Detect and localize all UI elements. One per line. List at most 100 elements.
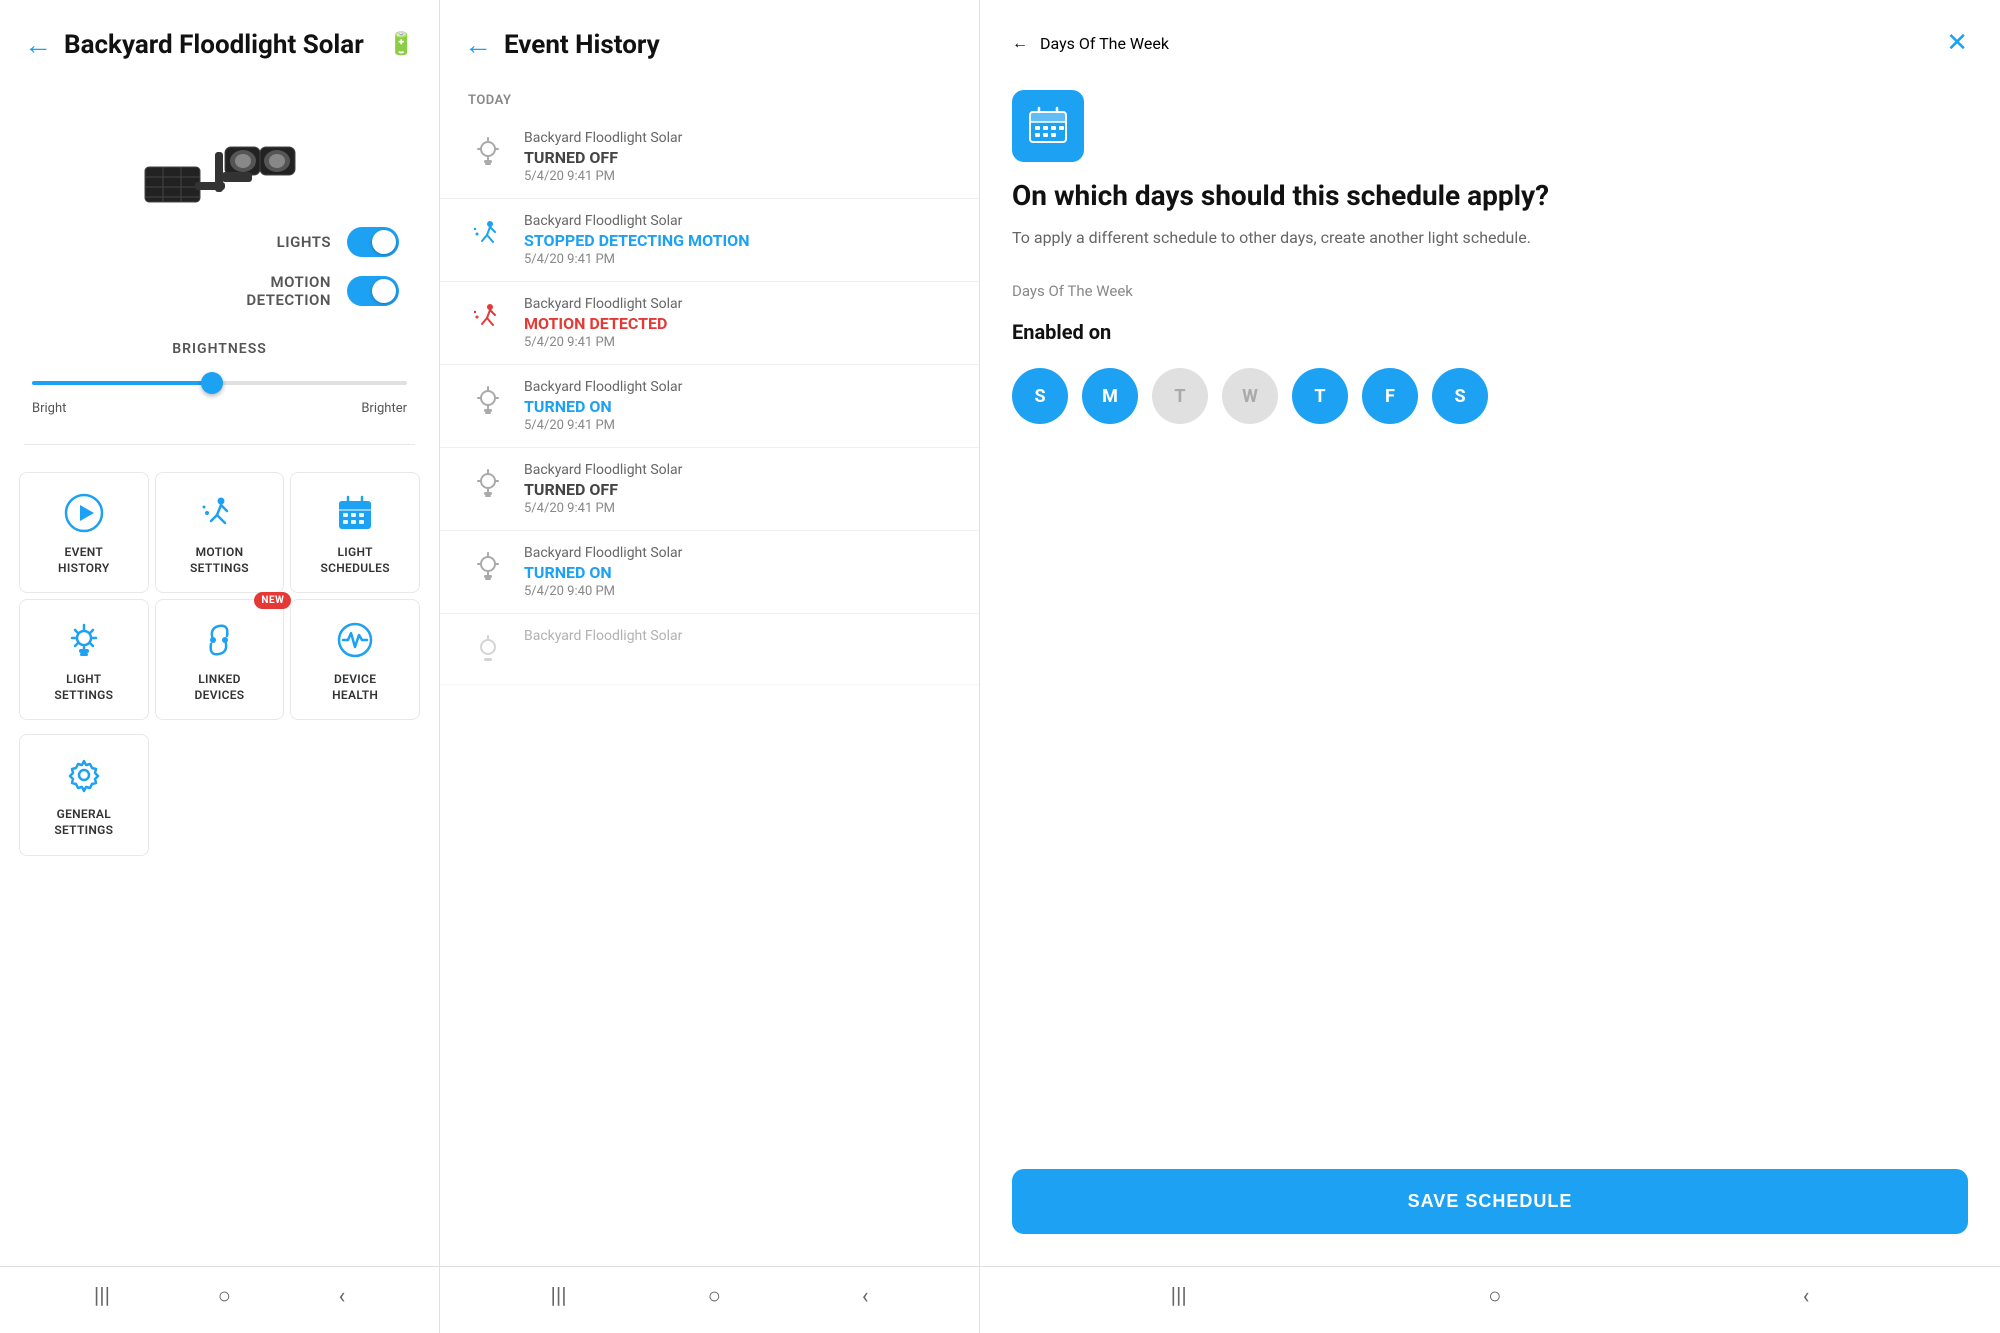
event-item: Backyard Floodlight Solar TURNED ON 5/4/… (440, 365, 979, 448)
event-time: 5/4/20 9:41 PM (524, 169, 951, 184)
general-settings-row: GENERALSETTINGS (0, 731, 439, 866)
menu-item-linked-devices[interactable]: NEW LINKEDDEVICES (155, 599, 285, 720)
menu-item-device-health[interactable]: DEVICEHEALTH (290, 599, 420, 720)
panel3-close-button[interactable]: ✕ (1946, 28, 1968, 58)
menu-label-linked-devices: LINKEDDEVICES (195, 672, 245, 703)
event-device-name: Backyard Floodlight Solar (524, 296, 951, 312)
calendar-icon-wrap (1012, 90, 1084, 162)
device-image (140, 97, 300, 217)
menu-item-light-schedules[interactable]: LIGHTSCHEDULES (290, 472, 420, 593)
day-sunday[interactable]: S (1012, 368, 1068, 424)
event-content: Backyard Floodlight Solar TURNED OFF 5/4… (524, 462, 951, 516)
event-time: 5/4/20 9:40 PM (524, 584, 951, 599)
nav-menu-icon[interactable]: ||| (550, 1284, 566, 1309)
menu-item-motion-settings[interactable]: MOTIONSETTINGS (155, 472, 285, 593)
panel3-title: Days Of The Week (1040, 34, 1169, 53)
menu-label-device-health: DEVICEHEALTH (332, 672, 378, 703)
today-section-label: TODAY (440, 77, 979, 116)
schedule-description: To apply a different schedule to other d… (980, 226, 2000, 250)
panel1-back-button[interactable]: ← (24, 28, 52, 61)
event-item: Backyard Floodlight Solar (440, 614, 979, 685)
nav-home-icon[interactable]: ○ (708, 1283, 721, 1309)
event-device-name: Backyard Floodlight Solar (524, 545, 951, 561)
event-action: MOTION DETECTED (524, 314, 951, 333)
menu-item-event-history[interactable]: EVENTHISTORY (19, 472, 149, 593)
save-schedule-button[interactable]: SAVE SCHEDULE (1012, 1169, 1968, 1234)
linked-devices-icon (195, 616, 243, 664)
event-item: Backyard Floodlight Solar STOPPED DETECT… (440, 199, 979, 282)
panel2-bottom-nav: ||| ○ ‹ (440, 1266, 979, 1333)
enabled-on-label: Enabled on (980, 320, 2000, 344)
lights-toggle[interactable] (347, 227, 399, 257)
motion-detection-label: MOTIONDETECTION (246, 273, 331, 309)
event-action: TURNED ON (524, 397, 951, 416)
days-of-week-label: Days Of The Week (980, 282, 2000, 300)
panel1-header: ← Backyard Floodlight Solar 🔋 (0, 0, 439, 77)
event-content: Backyard Floodlight Solar TURNED ON 5/4/… (524, 545, 951, 599)
menu-label-light-schedules: LIGHTSCHEDULES (320, 545, 389, 576)
brightness-slider[interactable] (32, 373, 407, 393)
lights-label: LIGHTS (277, 233, 331, 251)
event-item: Backyard Floodlight Solar MOTION DETECTE… (440, 282, 979, 365)
event-icon-light-on (468, 381, 508, 421)
day-monday[interactable]: M (1082, 368, 1138, 424)
event-icon-light-partial (468, 630, 508, 670)
event-action: TURNED OFF (524, 148, 951, 167)
event-time: 5/4/20 9:41 PM (524, 418, 951, 433)
nav-menu-icon[interactable]: ||| (1171, 1284, 1187, 1309)
brightness-label: BRIGHTNESS (32, 341, 407, 357)
event-action: TURNED ON (524, 563, 951, 582)
event-device-name: Backyard Floodlight Solar (524, 628, 951, 644)
nav-home-icon[interactable]: ○ (218, 1283, 231, 1309)
menu-label-event-history: EVENTHISTORY (58, 545, 110, 576)
event-icon-light-off (468, 132, 508, 172)
panel2-title: Event History (504, 30, 955, 60)
event-item: Backyard Floodlight Solar TURNED ON 5/4/… (440, 531, 979, 614)
day-wednesday[interactable]: W (1222, 368, 1278, 424)
panel1-title: Backyard Floodlight Solar (64, 30, 376, 60)
brightness-section: BRIGHTNESS Bright Brighter (0, 325, 439, 436)
event-device-name: Backyard Floodlight Solar (524, 130, 951, 146)
bright-label: Bright (32, 401, 66, 416)
days-row: S M T W T F S (980, 368, 2000, 424)
motion-toggle-row: MOTIONDETECTION (40, 273, 399, 309)
light-schedules-icon (331, 489, 379, 537)
nav-back-icon[interactable]: ‹ (339, 1284, 346, 1309)
event-history-icon (60, 489, 108, 537)
event-action: TURNED OFF (524, 480, 951, 499)
event-icon-light-off (468, 464, 508, 504)
general-settings-icon (60, 751, 108, 799)
event-icon-motion-stop (468, 215, 508, 255)
event-content: Backyard Floodlight Solar TURNED ON 5/4/… (524, 379, 951, 433)
menu-item-general-settings[interactable]: GENERALSETTINGS (19, 734, 149, 855)
nav-home-icon[interactable]: ○ (1488, 1283, 1501, 1309)
day-thursday[interactable]: T (1292, 368, 1348, 424)
panel2-back-button[interactable]: ← (464, 28, 492, 61)
day-friday[interactable]: F (1362, 368, 1418, 424)
menu-item-light-settings[interactable]: LIGHTSETTINGS (19, 599, 149, 720)
event-device-name: Backyard Floodlight Solar (524, 462, 951, 478)
event-content: Backyard Floodlight Solar TURNED OFF 5/4… (524, 130, 951, 184)
event-content: Backyard Floodlight Solar STOPPED DETECT… (524, 213, 951, 267)
event-content: Backyard Floodlight Solar (524, 628, 951, 646)
days-of-week-panel: ← Days Of The Week ✕ On which days shoul… (980, 0, 2000, 1333)
nav-menu-icon[interactable]: ||| (94, 1284, 110, 1309)
panel3-back-button[interactable]: ← (1012, 33, 1028, 53)
event-device-name: Backyard Floodlight Solar (524, 213, 951, 229)
event-icon-light-on (468, 547, 508, 587)
device-health-icon (331, 616, 379, 664)
motion-settings-icon (195, 489, 243, 537)
divider1 (24, 444, 415, 445)
panel3-header: ← Days Of The Week ✕ (980, 0, 2000, 74)
nav-back-icon[interactable]: ‹ (862, 1284, 869, 1309)
controls-area: LIGHTS MOTIONDETECTION (0, 227, 439, 325)
day-tuesday[interactable]: T (1152, 368, 1208, 424)
nav-back-icon[interactable]: ‹ (1803, 1284, 1810, 1309)
device-image-area (0, 77, 439, 227)
menu-label-motion-settings: MOTIONSETTINGS (190, 545, 249, 576)
motion-detection-toggle[interactable] (347, 276, 399, 306)
panel3-bottom-nav: ||| ○ ‹ (980, 1266, 2000, 1333)
panel1-bottom-nav: ||| ○ ‹ (0, 1266, 439, 1333)
event-content: Backyard Floodlight Solar MOTION DETECTE… (524, 296, 951, 350)
day-saturday[interactable]: S (1432, 368, 1488, 424)
